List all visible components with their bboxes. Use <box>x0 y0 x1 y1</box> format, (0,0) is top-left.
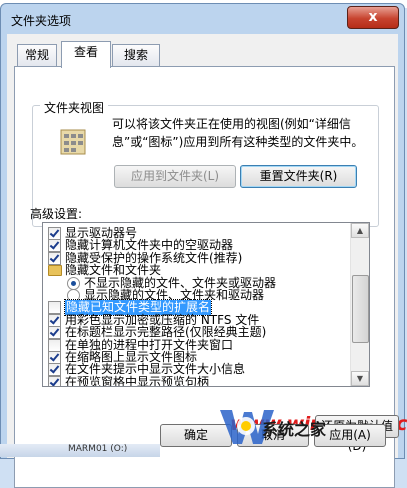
window-title: 文件夹选项 <box>11 14 72 28</box>
checkbox-checked-icon[interactable] <box>48 239 61 253</box>
advanced-settings-list[interactable]: 显示驱动器号 隐藏计算机文件夹中的空驱动器 隐藏受保护的操作系统文件(推荐) 隐藏文件… <box>42 222 370 387</box>
folder-icon <box>48 265 62 277</box>
checkbox-checked-icon[interactable] <box>48 363 61 377</box>
checkbox-checked-icon[interactable] <box>48 313 61 327</box>
radio-selected-icon[interactable] <box>67 276 80 290</box>
checkbox-unchecked-icon[interactable] <box>48 338 61 352</box>
checkbox-checked-icon[interactable] <box>48 351 61 364</box>
tab-view[interactable]: 查看 <box>61 41 111 68</box>
taskbar-item: MARM01 (O:) <box>0 444 160 457</box>
advanced-settings-rows: 显示驱动器号 隐藏计算机文件夹中的空驱动器 隐藏受保护的操作系统文件(推荐) 隐藏文件… <box>43 223 349 386</box>
folder-view-description: 可以将该文件夹正在使用的视图(例如“详细信息”或“图标”)应用到所有这种类型的文… <box>112 117 364 149</box>
advanced-settings-label: 高级设置: <box>30 207 83 221</box>
folder-options-dialog: 文件夹选项 x 常规 查看 搜索 文件夹视图 可以将该文件夹正在使用的视图(例如… <box>0 3 407 488</box>
tab-general[interactable]: 常规 <box>17 44 57 66</box>
checkbox-checked-icon[interactable] <box>48 227 61 240</box>
checkbox-checked-icon[interactable] <box>48 326 61 340</box>
checkbox-checked-icon[interactable] <box>48 375 61 386</box>
folder-view-icon <box>60 129 86 155</box>
scroll-thumb[interactable] <box>352 275 369 343</box>
vertical-scrollbar[interactable]: ▲ ▼ <box>350 223 369 386</box>
list-item-label: 在预览窗格中显示预览句柄 <box>65 374 210 386</box>
title-bar[interactable]: 文件夹选项 x <box>1 4 404 34</box>
scroll-up-icon[interactable]: ▲ <box>351 223 369 238</box>
close-icon: x <box>368 9 378 25</box>
watermark-logo-text: 系统之家 <box>262 420 327 439</box>
checkbox-checked-icon[interactable] <box>48 251 61 265</box>
dialog-client-area: 常规 查看 搜索 文件夹视图 可以将该文件夹正在使用的视图(例如“详细信息”或“… <box>7 34 407 488</box>
checkbox-unchecked-icon[interactable] <box>48 301 61 315</box>
scroll-down-icon[interactable]: ▼ <box>351 371 369 386</box>
apply-to-folders-button[interactable]: 应用到文件夹(L) <box>114 165 236 188</box>
tab-search[interactable]: 搜索 <box>112 44 160 66</box>
folder-view-title: 文件夹视图 <box>40 99 109 116</box>
reset-folders-button[interactable]: 重置文件夹(R) <box>240 165 357 188</box>
close-button[interactable]: x <box>347 6 399 29</box>
